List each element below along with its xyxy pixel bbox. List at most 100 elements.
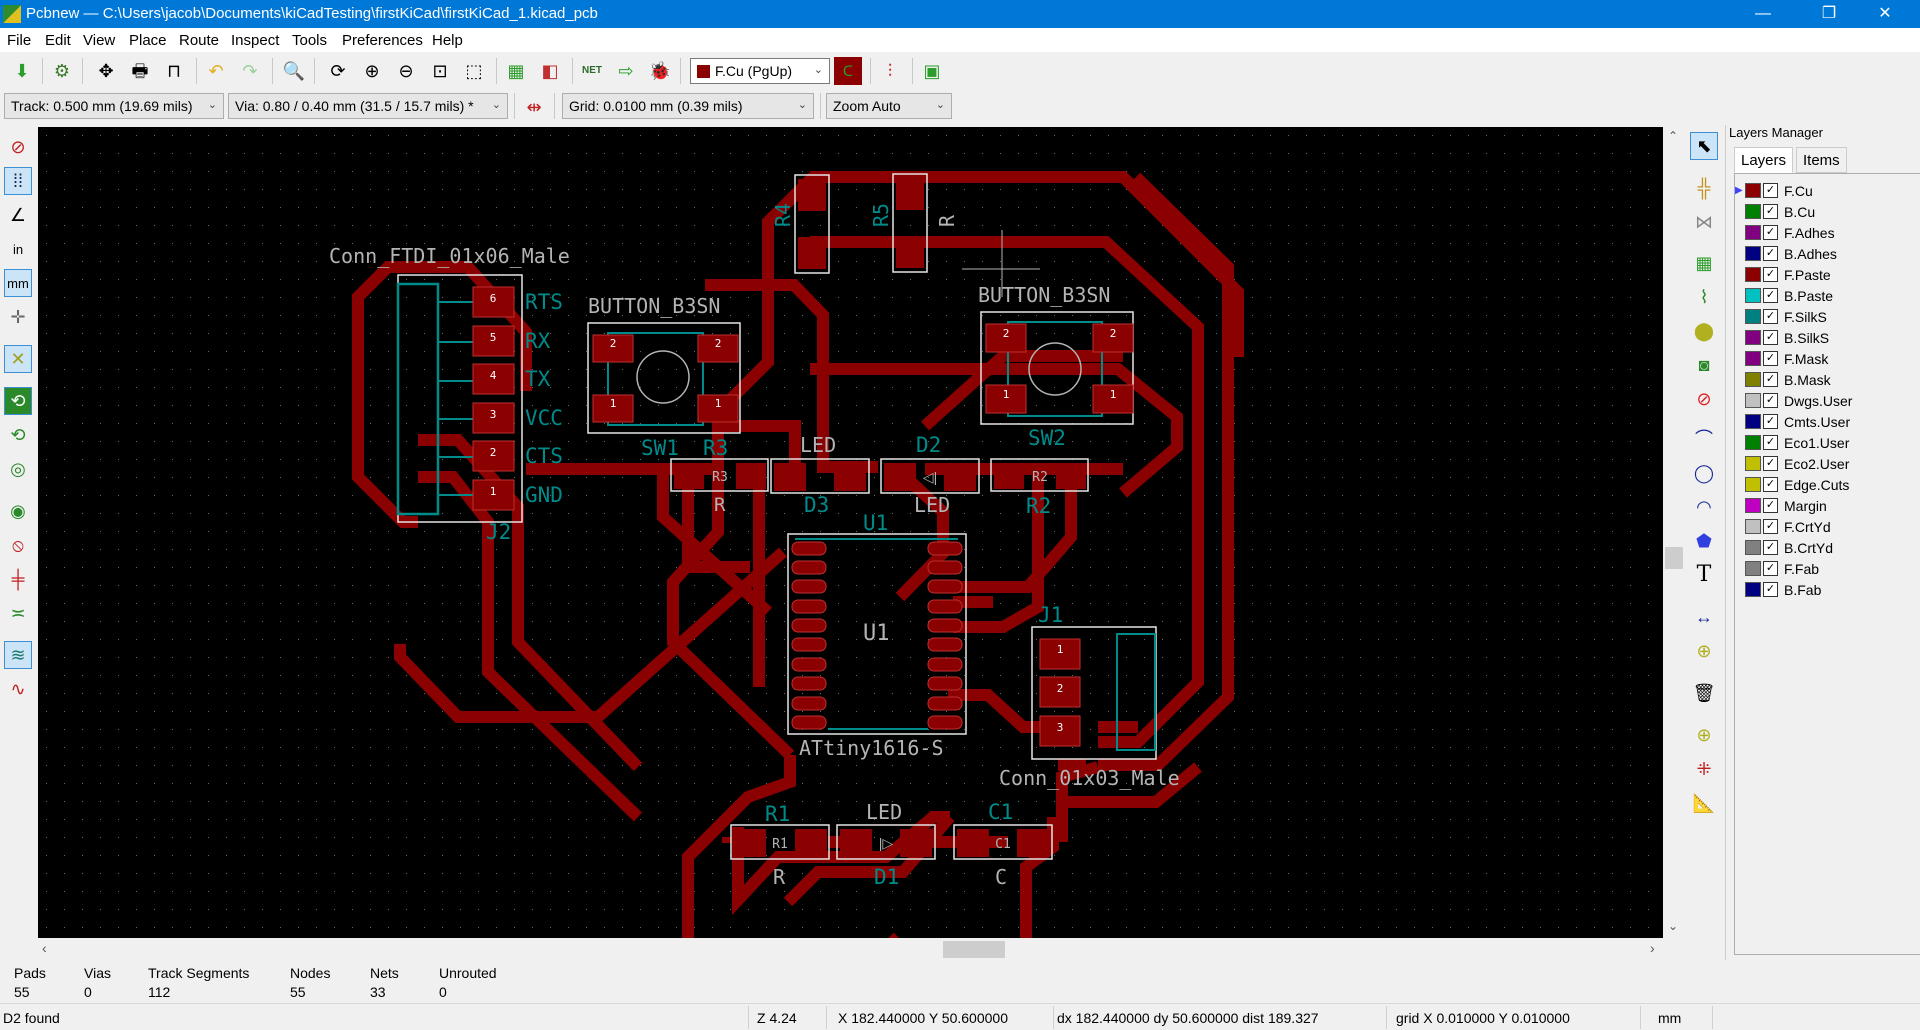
layer-color-swatch[interactable] [1745,540,1761,555]
draw-arc-button[interactable]: ◠ [1690,493,1718,521]
menu-help[interactable]: Help [432,32,463,49]
tracks-sketch-toggle[interactable]: ╪ [4,565,32,593]
track-width-dropdown[interactable]: Track: 0.500 mm (19.69 mils) ⌄ [4,93,224,119]
menu-edit[interactable]: Edit [45,32,71,49]
menu-tools[interactable]: Tools [292,32,327,49]
save-board-button[interactable]: ⬇ [8,57,36,85]
layer-row[interactable]: ✓ Edge.Cuts [1735,474,1849,495]
plot-button[interactable]: ⊓ [160,57,188,85]
update-pcb-button[interactable]: ⇨ [612,57,640,85]
layer-color-swatch[interactable] [1745,414,1761,429]
zones-filled-toggle[interactable]: ⟲ [4,387,32,415]
polar-coords-toggle[interactable]: ∠ [4,201,32,229]
layer-row[interactable]: ✓ Eco1.User [1735,432,1849,453]
menu-file[interactable]: File [7,32,31,49]
layer-select-dropdown[interactable]: F.Cu (PgUp) ⌄ [690,58,830,84]
menu-view[interactable]: View [83,32,115,49]
set-grid-origin-button[interactable]: ⁜ [1690,755,1718,783]
layer-row[interactable]: ✓ B.CrtYd [1735,537,1833,558]
layer-color-swatch[interactable] [1745,183,1761,198]
horizontal-scrollbar[interactable]: ‹ › [38,938,1663,960]
layer-color-swatch[interactable] [1745,582,1761,597]
layer-color-swatch[interactable] [1745,288,1761,303]
layer-name[interactable]: Eco1.User [1784,435,1849,451]
local-ratsnest-button[interactable]: ⋈ [1690,208,1718,236]
layer-color-swatch[interactable] [1745,519,1761,534]
layer-row[interactable]: ✓ B.Mask [1735,369,1831,390]
layer-name[interactable]: F.CrtYd [1784,519,1831,535]
find-button[interactable]: 🔍 [280,57,308,85]
layer-visibility-checkbox[interactable]: ✓ [1763,498,1778,513]
pads-sketch-toggle[interactable]: ◉ [4,497,32,525]
layer-visibility-checkbox[interactable]: ✓ [1763,393,1778,408]
layer-visibility-checkbox[interactable]: ✓ [1763,372,1778,387]
layer-color-swatch[interactable] [1745,246,1761,261]
menu-preferences[interactable]: Preferences [342,32,423,49]
redraw-button[interactable]: ⟳ [324,57,352,85]
layer-row[interactable]: ✓ B.Paste [1735,285,1833,306]
layer-row[interactable]: ✓ Cmts.User [1735,411,1850,432]
layer-name[interactable]: Cmts.User [1784,414,1850,430]
layer-color-swatch[interactable] [1745,435,1761,450]
route-track-button[interactable]: ⌇ [1690,283,1718,311]
layer-name[interactable]: F.Cu [1784,183,1813,199]
footprint-editor-button[interactable]: ▦ [502,57,530,85]
layer-name[interactable]: B.Cu [1784,204,1815,220]
layer-name[interactable]: F.Fab [1784,561,1819,577]
layer-visibility-checkbox[interactable]: ✓ [1763,330,1778,345]
vias-sketch-toggle[interactable]: ⦸ [4,531,32,559]
layer-row[interactable]: ✓ F.CrtYd [1735,516,1831,537]
minimize-button[interactable]: — [1740,0,1786,28]
scroll-right-icon[interactable]: › [1650,940,1655,956]
layer-name[interactable]: B.SilkS [1784,330,1829,346]
draw-polygon-button[interactable]: ⬟ [1690,527,1718,555]
zones-unfilled-toggle[interactable]: ⟲ [4,421,32,449]
layer-color-swatch[interactable] [1745,330,1761,345]
layer-name[interactable]: F.Adhes [1784,225,1835,241]
ratsnest-toggle[interactable]: ✕ [4,345,32,373]
vertical-scroll-thumb[interactable] [1665,547,1683,569]
horizontal-scroll-thumb[interactable] [943,941,1005,958]
layer-color-swatch[interactable] [1745,498,1761,513]
netlist-button[interactable]: NET [578,57,606,85]
add-target-button[interactable]: ⊕ [1690,637,1718,665]
high-contrast-toggle[interactable]: ≍ [4,599,32,627]
select-tool-button[interactable]: ⬉ [1690,132,1718,160]
layer-name[interactable]: Edge.Cuts [1784,477,1849,493]
layer-visibility-checkbox[interactable]: ✓ [1763,225,1778,240]
layer-row[interactable]: ▶ ✓ F.Cu [1735,180,1813,201]
layer-color-swatch[interactable] [1745,351,1761,366]
close-button[interactable]: ✕ [1862,0,1908,28]
add-text-button[interactable]: T [1690,561,1718,589]
layers-manager-toggle[interactable]: ≋ [4,641,32,669]
zoom-fit-button[interactable]: ⊡ [426,57,454,85]
schematic-button[interactable]: ⫶ [876,57,904,85]
page-settings-button[interactable]: ✥ [92,57,120,85]
layer-visibility-checkbox[interactable]: ✓ [1763,477,1778,492]
maximize-button[interactable]: ❐ [1806,0,1852,28]
tab-items[interactable]: Items [1796,147,1847,173]
layer-color-swatch[interactable] [1745,477,1761,492]
layer-row[interactable]: ✓ F.SilkS [1735,306,1827,327]
grid-dropdown[interactable]: Grid: 0.0100 mm (0.39 mils) ⌄ [562,93,814,119]
layer-visibility-checkbox[interactable]: ✓ [1763,414,1778,429]
layer-visibility-checkbox[interactable]: ✓ [1763,309,1778,324]
layer-color-swatch[interactable] [1745,225,1761,240]
layer-color-swatch[interactable] [1745,393,1761,408]
layer-visibility-checkbox[interactable]: ✓ [1763,519,1778,534]
layer-color-swatch[interactable] [1745,204,1761,219]
layer-row[interactable]: ✓ B.Fab [1735,579,1821,600]
layer-visibility-checkbox[interactable]: ✓ [1763,582,1778,597]
menu-route[interactable]: Route [179,32,219,49]
layer-visibility-checkbox[interactable]: ✓ [1763,540,1778,555]
layer-row[interactable]: ✓ F.Adhes [1735,222,1835,243]
layer-name[interactable]: F.Paste [1784,267,1831,283]
zoom-dropdown[interactable]: Zoom Auto ⌄ [826,93,952,119]
footprint-browser-button[interactable]: ◧ [536,57,564,85]
layer-color-swatch[interactable] [1745,561,1761,576]
draw-circle-button[interactable]: ◯ [1690,459,1718,487]
add-zone-button[interactable]: ◙ [1690,351,1718,379]
measure-tool-button[interactable]: 📐 [1690,789,1718,817]
tab-layers[interactable]: Layers [1734,147,1794,173]
grid-toggle[interactable]: ⁞⁞ [4,167,32,195]
